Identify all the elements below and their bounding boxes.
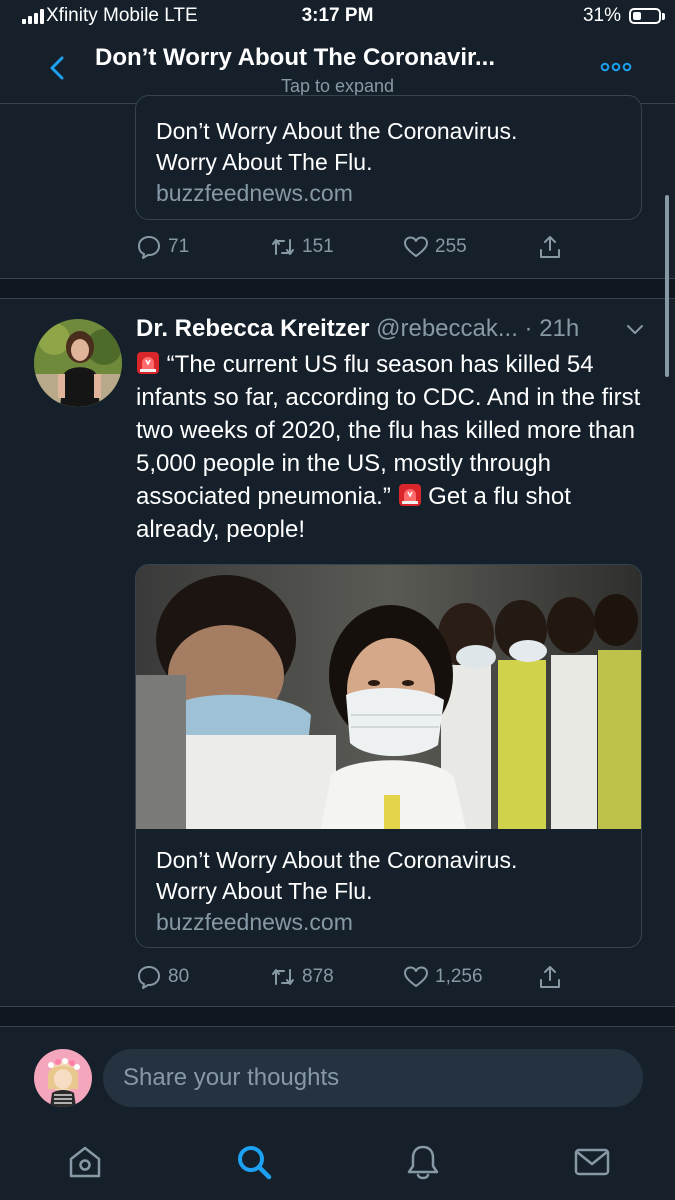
retweet-button[interactable]: 878 — [270, 964, 334, 990]
link-card[interactable]: Don’t Worry About the Coronavirus. Worry… — [135, 564, 642, 948]
share-button[interactable] — [537, 964, 563, 990]
like-button[interactable]: 1,256 — [403, 964, 483, 990]
search-icon — [238, 1146, 272, 1180]
more-button[interactable] — [600, 60, 632, 79]
status-bar: Xfinity Mobile LTE 3:17 PM 31% — [0, 0, 675, 36]
tweet-menu-button[interactable] — [624, 318, 646, 345]
reply-icon — [138, 236, 160, 259]
author-avatar[interactable] — [34, 319, 122, 407]
tweet-time: · 21h — [524, 315, 580, 342]
reply-button[interactable]: 80 — [136, 964, 189, 990]
scrollbar[interactable] — [665, 195, 669, 377]
tap-to-expand-hint[interactable]: Tap to expand — [0, 76, 675, 97]
reply-icon — [138, 966, 160, 989]
tab-search[interactable] — [234, 1142, 274, 1182]
siren-emoji-icon — [137, 352, 159, 374]
tweet-divider — [0, 298, 675, 299]
retweet-count: 151 — [302, 236, 334, 257]
card-title: Don’t Worry About the Coronavirus. — [156, 118, 518, 144]
card-domain: buzzfeednews.com — [156, 909, 353, 935]
reply-count: 71 — [168, 236, 190, 257]
more-dots-icon — [600, 62, 632, 72]
tab-messages[interactable] — [572, 1142, 612, 1182]
battery-percent: 31% — [582, 5, 621, 26]
siren-emoji-icon — [398, 484, 421, 506]
share-button[interactable] — [537, 234, 563, 260]
author-name[interactable]: Dr. Rebecca Kreitzer — [136, 315, 369, 342]
link-card[interactable]: Don’t Worry About the Coronavirus. Worry… — [135, 95, 642, 220]
like-button[interactable]: 255 — [403, 234, 467, 260]
avatar-photo — [34, 1049, 92, 1107]
retweet-button[interactable]: 151 — [270, 234, 334, 260]
like-count: 255 — [435, 236, 467, 257]
card-title-line2: Worry About The Flu. — [156, 878, 373, 904]
mail-icon — [574, 1148, 610, 1176]
reply-count: 80 — [168, 966, 190, 987]
tweet-text: “The current US flu season has killed 54… — [136, 348, 646, 546]
card-domain: buzzfeednews.com — [156, 180, 353, 206]
retweet-icon — [272, 969, 294, 985]
card-title-line2: Worry About The Flu. — [156, 149, 373, 175]
share-icon — [540, 966, 560, 988]
tab-home[interactable] — [65, 1142, 105, 1182]
home-icon — [69, 1146, 101, 1178]
heart-icon — [404, 236, 428, 257]
heart-icon — [404, 966, 428, 987]
card-title: Don’t Worry About the Coronavirus. — [156, 847, 518, 873]
share-icon — [540, 236, 560, 258]
share-thoughts-input[interactable]: Share your thoughts — [103, 1049, 643, 1107]
author-handle[interactable]: @rebeccak... — [376, 315, 518, 342]
section-gap — [0, 279, 675, 298]
reply-button[interactable]: 71 — [136, 234, 189, 260]
card-image — [136, 565, 641, 829]
tweet-divider — [0, 1026, 675, 1027]
clock: 3:17 PM — [301, 5, 374, 26]
like-count: 1,256 — [435, 966, 483, 987]
tab-notifications[interactable] — [403, 1142, 443, 1182]
bell-icon — [407, 1145, 439, 1180]
tweet-header: Dr. Rebecca Kreitzer @rebeccak... · 21h — [136, 315, 641, 343]
my-avatar[interactable] — [34, 1049, 92, 1107]
page-title[interactable]: Don’t Worry About The Coronavir... — [95, 44, 495, 72]
tab-bar — [0, 1128, 675, 1200]
retweet-count: 878 — [302, 966, 334, 987]
chevron-down-icon — [627, 325, 643, 334]
section-gap — [0, 1007, 675, 1026]
retweet-icon — [272, 239, 294, 255]
avatar-photo — [34, 319, 122, 407]
battery-icon — [629, 8, 661, 24]
